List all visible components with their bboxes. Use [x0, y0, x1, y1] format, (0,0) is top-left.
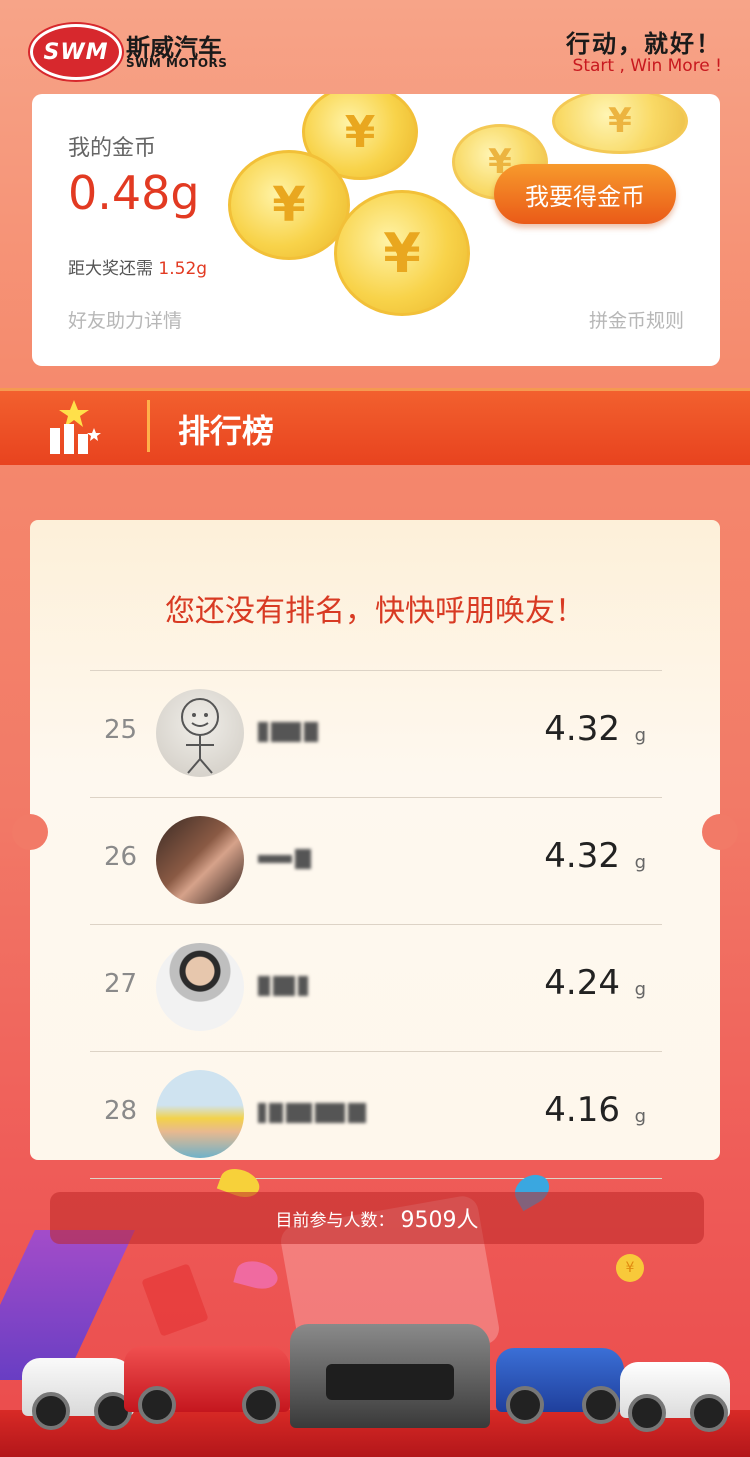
- coin-card: ¥ ¥ ¥ ¥ ¥ 我的金币 0.48g 距大奖还需 1.52g 我要得金币 好…: [32, 94, 720, 366]
- rank-number: 27: [104, 969, 138, 999]
- friends-help-link[interactable]: 好友助力详情: [68, 306, 182, 333]
- car-image-white-right: [620, 1362, 730, 1432]
- ranking-divider: [147, 400, 150, 452]
- remaining-to-prize: 距大奖还需 1.52g: [68, 254, 207, 279]
- leaderboard-card: 您还没有排名，快快呼朋唤友！ 25 4.32 g 26 4.32 g 27 4.…: [12, 520, 738, 1179]
- car-image-grey-center: [290, 1324, 490, 1428]
- user-name-blurred: [258, 1102, 369, 1126]
- avatar: [156, 816, 244, 904]
- car-image-white-left: [22, 1358, 134, 1430]
- brand-name-en: SWM MOTORS: [126, 56, 228, 70]
- participants-count: 9509人: [400, 1208, 479, 1233]
- user-name-blurred: [258, 721, 321, 745]
- avatar: [156, 943, 244, 1031]
- rank-number: 26: [104, 842, 138, 872]
- rank-number: 25: [104, 715, 138, 745]
- score-unit: g: [634, 725, 646, 746]
- avatar: [156, 689, 244, 777]
- ticket-notch-right: [702, 814, 738, 850]
- score-value: 4.32: [544, 709, 620, 749]
- my-coin-label: 我的金币: [68, 136, 157, 161]
- coin-rules-link[interactable]: 拼金币规则: [589, 306, 684, 333]
- car-image-red: [124, 1346, 290, 1424]
- my-coin-value: 0.48g: [68, 166, 200, 220]
- rank-number: 28: [104, 1096, 138, 1126]
- remain-prefix: 距大奖还需: [68, 259, 153, 279]
- score-value: 4.32: [544, 836, 620, 876]
- car-image-blue: [496, 1348, 624, 1424]
- score-value: 4.24: [544, 963, 620, 1003]
- get-coins-button[interactable]: 我要得金币: [494, 164, 676, 224]
- ranking-title: 排行榜: [178, 412, 275, 450]
- red-envelope-icon: [141, 1263, 209, 1337]
- slogan-en: Start , Win More !: [572, 56, 722, 76]
- user-name-blurred: [258, 848, 314, 872]
- leaderboard-list: 25 4.32 g 26 4.32 g 27 4.24 g 28 4.16 g: [90, 670, 662, 1179]
- remain-value: 1.52g: [158, 259, 208, 279]
- leaderboard-row: 26 4.32 g: [90, 797, 662, 924]
- score-value: 4.16: [544, 1090, 620, 1130]
- coin-icon: ¥: [334, 190, 470, 316]
- swm-logo: SWM: [30, 24, 122, 80]
- trophy-podium-icon: [50, 400, 101, 454]
- slogan-cn: 行动，就好！: [566, 30, 722, 58]
- coin-icon: ¥: [552, 94, 688, 154]
- user-name-blurred: [258, 975, 311, 999]
- ranking-header-bar: [0, 388, 750, 465]
- coin-icon: ¥: [616, 1254, 644, 1282]
- score-unit: g: [634, 852, 646, 873]
- leaderboard-row: 28 4.16 g: [90, 1051, 662, 1179]
- ticket-notch-left: [12, 814, 48, 850]
- leaderboard-row: 27 4.24 g: [90, 924, 662, 1051]
- participants-label: 目前参与人数：: [275, 1210, 395, 1231]
- score-unit: g: [634, 979, 646, 1000]
- confetti-decoration: [233, 1257, 281, 1293]
- coin-icon: ¥: [228, 150, 350, 260]
- leaderboard-row: 25 4.32 g: [90, 670, 662, 797]
- score-unit: g: [634, 1106, 646, 1127]
- no-rank-message: 您还没有排名，快快呼朋唤友！: [165, 594, 585, 629]
- avatar: [156, 1070, 244, 1158]
- participants-count-bar: 目前参与人数： 9509人: [50, 1192, 704, 1244]
